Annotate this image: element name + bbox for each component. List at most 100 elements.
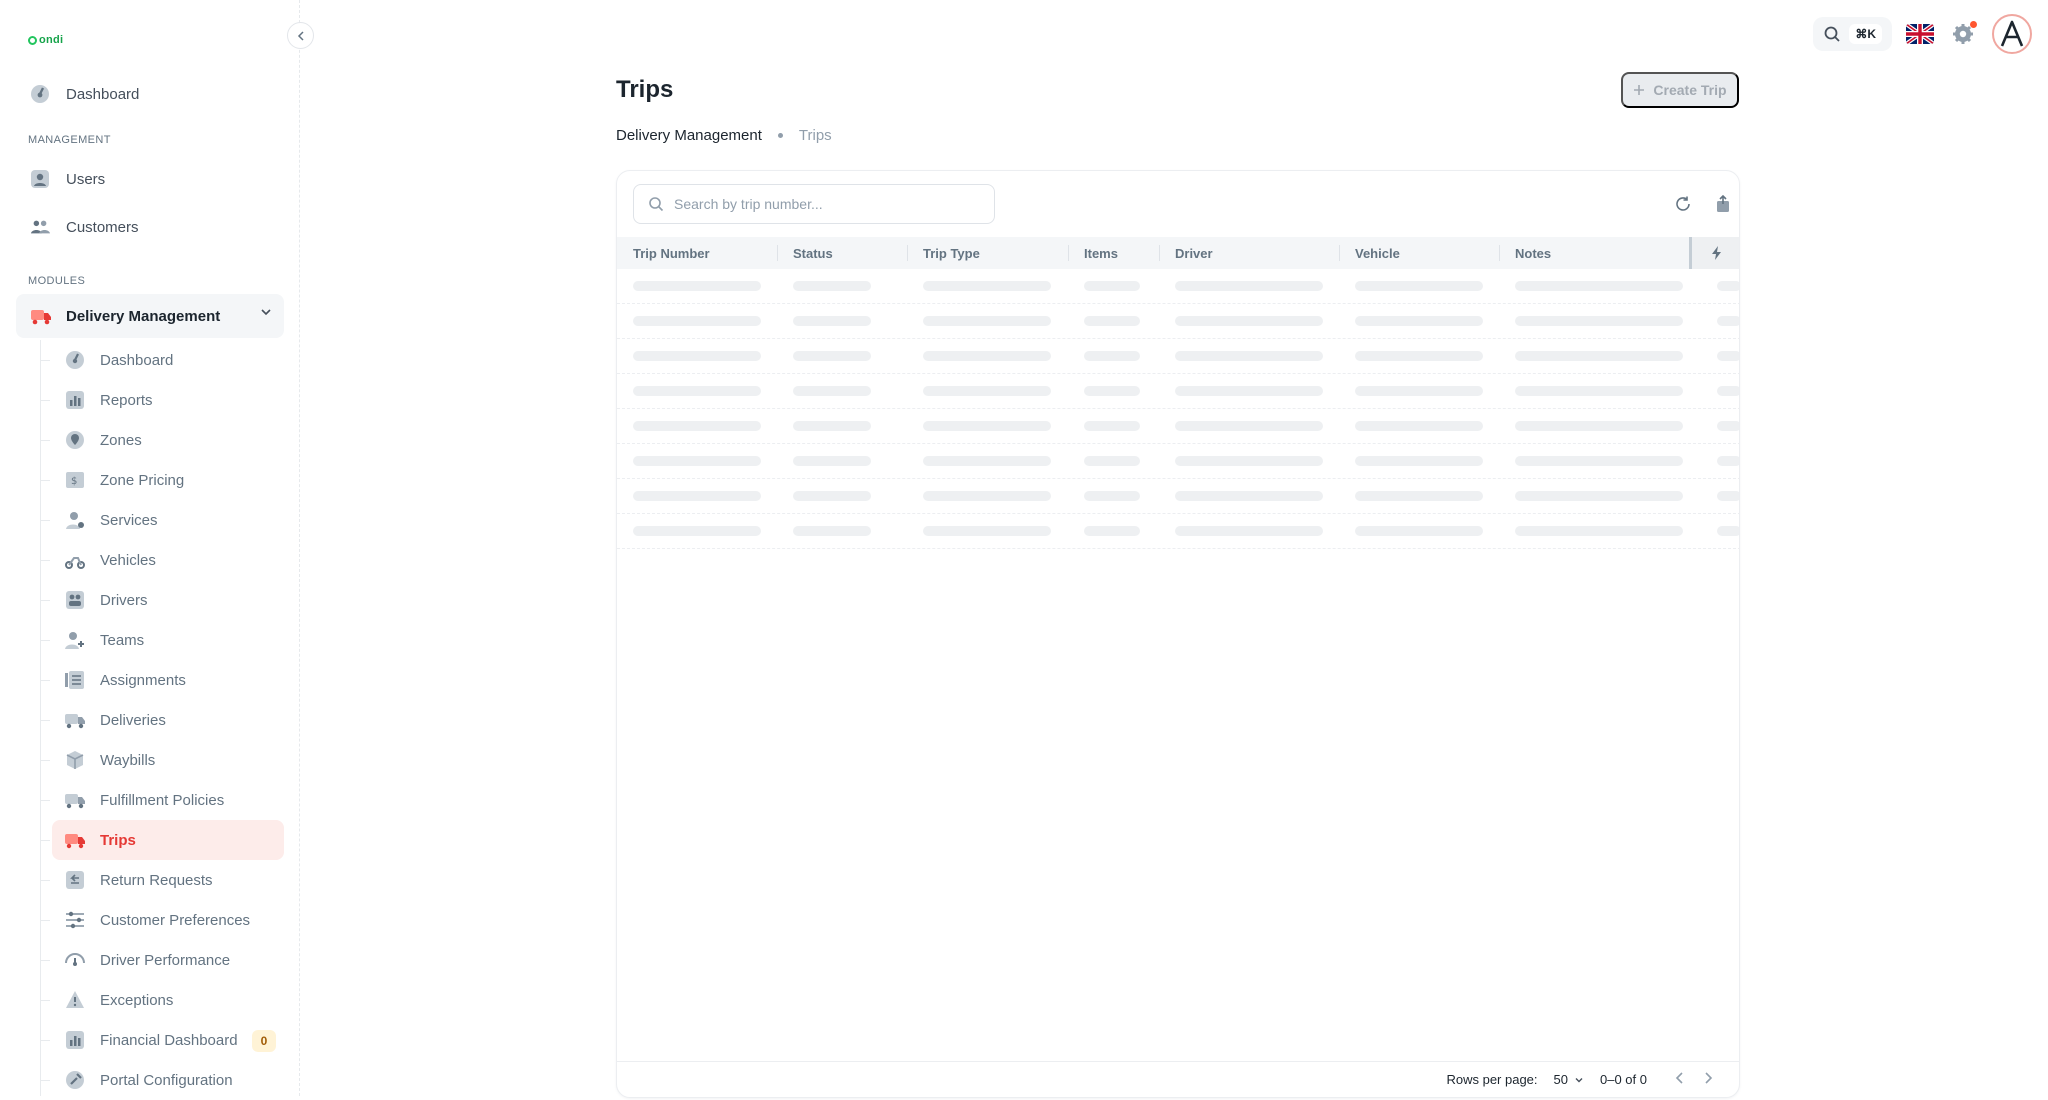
sidebar-item-label: Financial Dashboard xyxy=(100,1031,238,1049)
settings-button[interactable] xyxy=(1948,19,1978,49)
column-resize-handle[interactable] xyxy=(777,245,778,261)
sidebar-item-dashboard[interactable]: Dashboard xyxy=(40,340,284,380)
table-row-skeleton xyxy=(617,514,1739,549)
sidebar-item-services[interactable]: Services xyxy=(40,500,284,540)
app-logo[interactable]: ondi xyxy=(28,30,63,50)
sidebar-item-reports[interactable]: Reports xyxy=(40,380,284,420)
sidebar-item-label: Trips xyxy=(100,831,136,849)
sidebar-item-assignments[interactable]: Assignments xyxy=(40,660,284,700)
skeleton-cell xyxy=(1355,351,1483,361)
language-flag-uk-icon[interactable] xyxy=(1906,24,1934,44)
sidebar-item-driver-performance[interactable]: Driver Performance xyxy=(40,940,284,980)
sidebar-item-exceptions[interactable]: Exceptions xyxy=(40,980,284,1020)
module-delivery-management[interactable]: Delivery Management xyxy=(16,294,284,338)
performance-icon xyxy=(64,949,86,971)
skeleton-cell xyxy=(1717,421,1739,431)
column-header-trip-number[interactable]: Trip Number xyxy=(633,237,710,269)
global-search-button[interactable]: ⌘K xyxy=(1813,17,1892,51)
column-header-items[interactable]: Items xyxy=(1084,237,1118,269)
sidebar-item-label: Fulfillment Policies xyxy=(100,791,225,809)
sidebar-item-label: Deliveries xyxy=(100,711,166,729)
skeleton-cell xyxy=(1355,316,1483,326)
sidebar-collapse-button[interactable] xyxy=(287,22,314,49)
search-icon xyxy=(1824,26,1840,42)
next-page-button[interactable] xyxy=(1703,1071,1713,1089)
skeleton-cell xyxy=(633,526,761,536)
refresh-button[interactable] xyxy=(1672,193,1694,215)
section-label-modules: MODULES xyxy=(28,275,86,287)
nav-item-customers[interactable]: Customers xyxy=(16,205,284,249)
teams-icon xyxy=(64,629,86,651)
dashboard-icon xyxy=(64,349,86,371)
column-resize-handle[interactable] xyxy=(907,245,908,261)
avatar[interactable] xyxy=(1992,14,2032,54)
nav-item-users[interactable]: Users xyxy=(16,157,284,201)
skeleton-cell xyxy=(633,386,761,396)
sidebar-item-drivers[interactable]: Drivers xyxy=(40,580,284,620)
skeleton-cell xyxy=(1175,281,1323,291)
column-resize-handle[interactable] xyxy=(1339,245,1340,261)
sidebar-item-label: Assignments xyxy=(100,671,186,689)
submenu-tree-line xyxy=(40,340,41,1096)
sidebar-item-label: Zones xyxy=(100,431,142,449)
financial-icon xyxy=(64,1029,86,1051)
trips-icon xyxy=(64,829,86,851)
notification-dot xyxy=(1970,21,1977,28)
nav-item-dashboard[interactable]: Dashboard xyxy=(16,72,284,116)
sidebar-item-vehicles[interactable]: Vehicles xyxy=(40,540,284,580)
rows-per-page-select[interactable]: 50 xyxy=(1554,1072,1584,1087)
skeleton-cell xyxy=(1084,386,1140,396)
table-row-skeleton xyxy=(617,444,1739,479)
sidebar-item-fulfillment-policies[interactable]: Fulfillment Policies xyxy=(40,780,284,820)
skeleton-cell xyxy=(793,421,871,431)
skeleton-cell xyxy=(793,281,871,291)
sidebar-item-portal-configuration[interactable]: Portal Configuration xyxy=(40,1060,284,1100)
column-header-trip-type[interactable]: Trip Type xyxy=(923,237,980,269)
sidebar-item-deliveries[interactable]: Deliveries xyxy=(40,700,284,740)
breadcrumb-link-delivery-management[interactable]: Delivery Management xyxy=(616,127,762,144)
sidebar-item-return-requests[interactable]: Return Requests xyxy=(40,860,284,900)
sidebar-item-customer-preferences[interactable]: Customer Preferences xyxy=(40,900,284,940)
column-resize-handle[interactable] xyxy=(1499,245,1500,261)
column-header-notes[interactable]: Notes xyxy=(1515,237,1551,269)
trip-search-input[interactable] xyxy=(674,196,974,212)
exceptions-icon xyxy=(64,989,86,1011)
pinned-actions-column[interactable] xyxy=(1689,237,1739,269)
top-bar: ⌘K xyxy=(1813,14,2032,54)
skeleton-cell xyxy=(633,351,761,361)
dashboard-icon xyxy=(30,84,50,104)
skeleton-cell xyxy=(1084,421,1140,431)
skeleton-cell xyxy=(1175,386,1323,396)
nav-item-label: Users xyxy=(66,170,106,188)
skeleton-cell xyxy=(1084,316,1140,326)
trip-search-field[interactable] xyxy=(633,184,995,224)
create-trip-label: Create Trip xyxy=(1653,82,1727,98)
skeleton-cell xyxy=(1717,351,1739,361)
column-header-driver[interactable]: Driver xyxy=(1175,237,1213,269)
sidebar-item-zone-pricing[interactable]: $ Zone Pricing xyxy=(40,460,284,500)
skeleton-cell xyxy=(923,316,1051,326)
svg-text:$: $ xyxy=(71,476,77,487)
column-resize-handle[interactable] xyxy=(1159,245,1160,261)
previous-page-button[interactable] xyxy=(1675,1071,1685,1089)
portal-icon xyxy=(64,1069,86,1091)
export-button[interactable] xyxy=(1712,193,1734,215)
sidebar-item-financial-dashboard[interactable]: Financial Dashboard 0 xyxy=(40,1020,284,1060)
chevron-down-icon xyxy=(260,306,272,321)
drivers-icon xyxy=(64,589,86,611)
sidebar-item-teams[interactable]: Teams xyxy=(40,620,284,660)
column-header-status[interactable]: Status xyxy=(793,237,833,269)
skeleton-cell xyxy=(1084,351,1140,361)
sidebar-item-trips[interactable]: Trips xyxy=(40,820,284,860)
skeleton-cell xyxy=(1515,421,1683,431)
column-header-vehicle[interactable]: Vehicle xyxy=(1355,237,1400,269)
column-resize-handle[interactable] xyxy=(1068,245,1069,261)
skeleton-cell xyxy=(1515,386,1683,396)
skeleton-cell xyxy=(1355,281,1483,291)
create-trip-button[interactable]: Create Trip xyxy=(1621,72,1739,108)
sidebar-item-waybills[interactable]: Waybills xyxy=(40,740,284,780)
sidebar-item-zones[interactable]: Zones xyxy=(40,420,284,460)
sidebar-item-label: Waybills xyxy=(100,751,156,769)
skeleton-cell xyxy=(793,351,871,361)
skeleton-cell xyxy=(923,351,1051,361)
